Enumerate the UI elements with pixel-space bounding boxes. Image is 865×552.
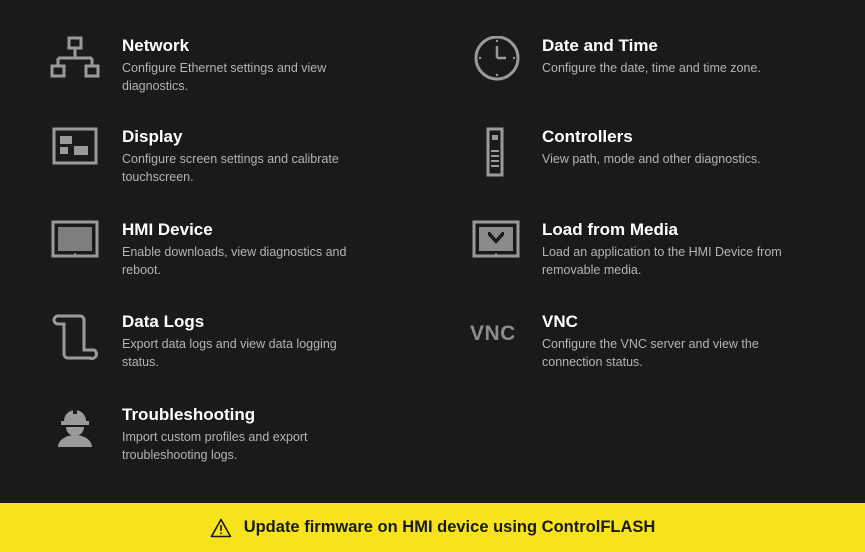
monitor-icon [50, 220, 100, 270]
menu-item-vnc[interactable]: VNC VNC Configure the VNC server and vie… [470, 312, 810, 392]
display-icon [50, 127, 100, 177]
firmware-update-banner[interactable]: Update firmware on HMI device using Cont… [0, 503, 865, 552]
menu-item-hmi-device[interactable]: HMI Device Enable downloads, view diagno… [50, 220, 390, 300]
display-description: Configure screen settings and calibrate … [122, 152, 339, 184]
warning-icon [210, 518, 231, 537]
controllers-description: View path, mode and other diagnostics. [542, 152, 761, 166]
scroll-icon [50, 312, 100, 362]
vnc-icon-text: VNC [470, 322, 516, 345]
hmi-device-title: HMI Device [122, 220, 213, 239]
menu-item-date-time[interactable]: Date and Time Configure the date, time a… [470, 36, 810, 116]
vnc-title: VNC [542, 312, 578, 331]
vnc-description: Configure the VNC server and view the co… [542, 337, 759, 369]
clock-icon [470, 36, 520, 86]
hmi-device-description: Enable downloads, view diagnostics and r… [122, 245, 347, 277]
worker-hardhat-icon [50, 405, 100, 455]
load-from-media-title: Load from Media [542, 220, 679, 239]
network-title: Network [122, 36, 190, 55]
date-time-description: Configure the date, time and time zone. [542, 61, 761, 75]
load-from-media-description: Load an application to the HMI Device fr… [542, 245, 782, 277]
data-logs-description: Export data logs and view data logging s… [122, 337, 337, 369]
menu-item-network[interactable]: Network Configure Ethernet settings and … [50, 36, 390, 116]
date-time-title: Date and Time [542, 36, 658, 55]
menu-item-display[interactable]: Display Configure screen settings and ca… [50, 127, 390, 207]
vnc-icon: VNC [470, 312, 520, 362]
controller-icon [470, 127, 520, 177]
data-logs-title: Data Logs [122, 312, 205, 331]
menu-item-load-from-media[interactable]: Load from Media Load an application to t… [470, 220, 810, 300]
menu-item-troubleshooting[interactable]: Troubleshooting Import custom profiles a… [50, 405, 390, 485]
troubleshooting-description: Import custom profiles and export troubl… [122, 430, 308, 462]
menu-item-controllers[interactable]: Controllers View path, mode and other di… [470, 127, 810, 207]
network-description: Configure Ethernet settings and view dia… [122, 61, 327, 93]
controllers-title: Controllers [542, 127, 633, 146]
download-monitor-icon [470, 220, 520, 270]
troubleshooting-title: Troubleshooting [122, 405, 256, 424]
display-title: Display [122, 127, 183, 146]
hmi-settings-screen: Network Configure Ethernet settings and … [0, 0, 865, 552]
menu-item-data-logs[interactable]: Data Logs Export data logs and view data… [50, 312, 390, 392]
firmware-update-text: Update firmware on HMI device using Cont… [243, 518, 656, 536]
network-icon [50, 36, 100, 86]
